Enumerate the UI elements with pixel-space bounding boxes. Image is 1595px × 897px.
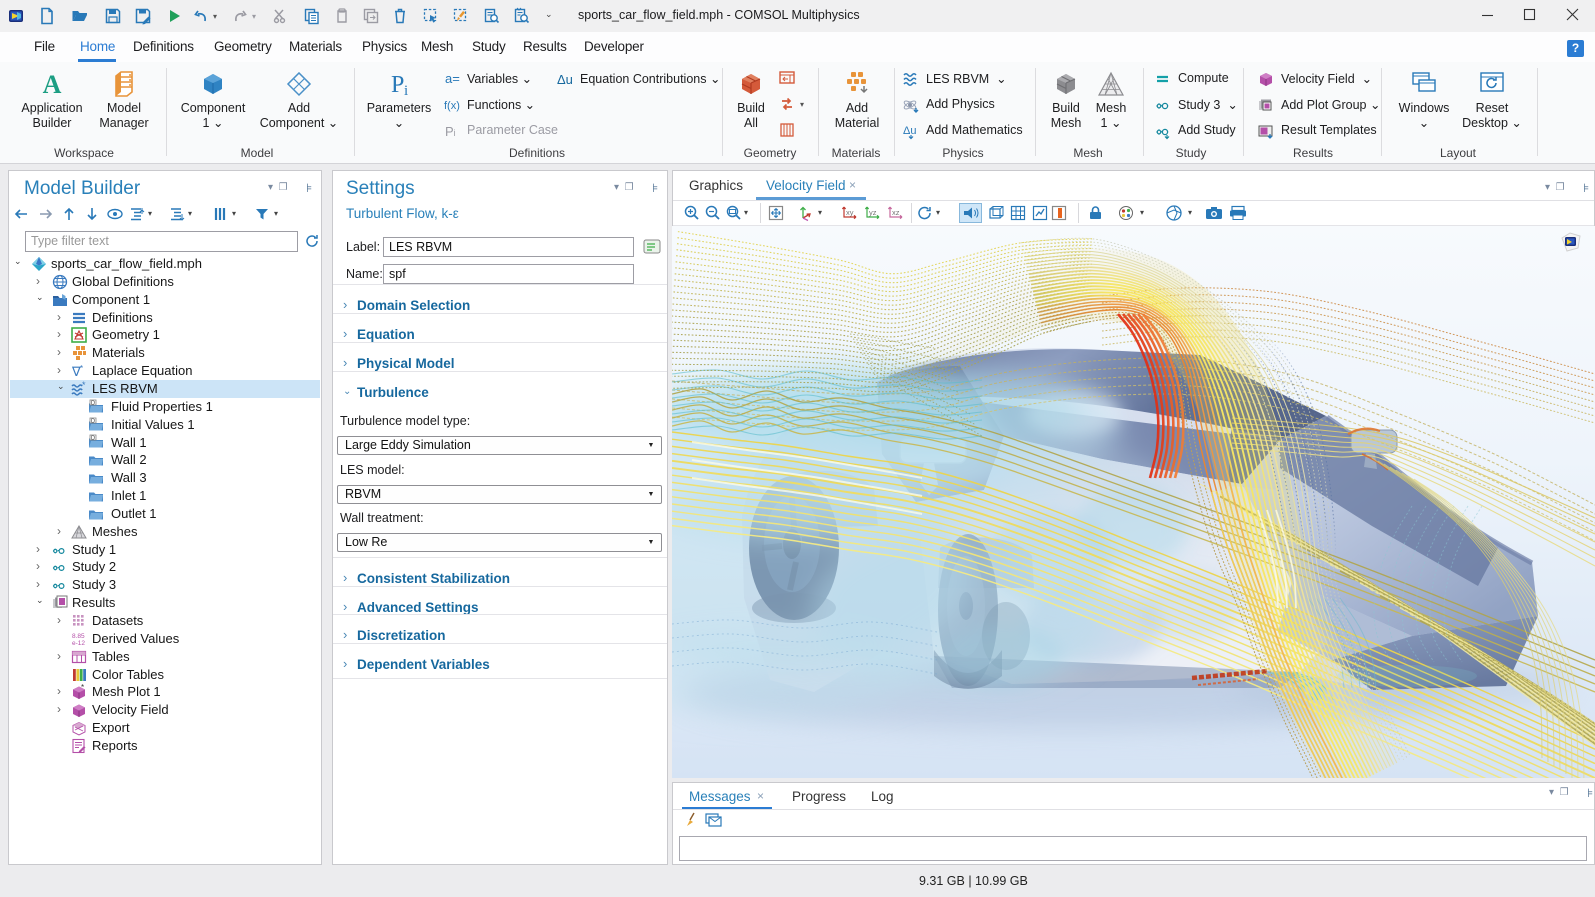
svg-text:*: * — [82, 380, 86, 390]
svg-text:xy: xy — [846, 208, 854, 217]
svg-text:e-12: e-12 — [72, 640, 85, 647]
svg-text:*: * — [81, 683, 84, 692]
svg-text:*: * — [80, 364, 83, 373]
svg-text:D: D — [91, 419, 95, 425]
svg-text:D: D — [91, 401, 95, 407]
svg-text:Pi: Pi — [445, 124, 456, 139]
svg-text:A: A — [43, 70, 62, 99]
svg-text:D: D — [91, 436, 95, 442]
svg-text:8.85: 8.85 — [72, 633, 85, 640]
svg-text:Δu: Δu — [903, 125, 916, 137]
svg-text:a=: a= — [445, 71, 460, 86]
svg-text:yz: yz — [869, 208, 877, 217]
svg-text:xz: xz — [892, 208, 900, 217]
svg-text:Δu: Δu — [557, 72, 573, 87]
svg-text:f(x): f(x) — [444, 100, 460, 112]
svg-text:i: i — [404, 83, 408, 99]
svg-text:P: P — [391, 72, 404, 98]
